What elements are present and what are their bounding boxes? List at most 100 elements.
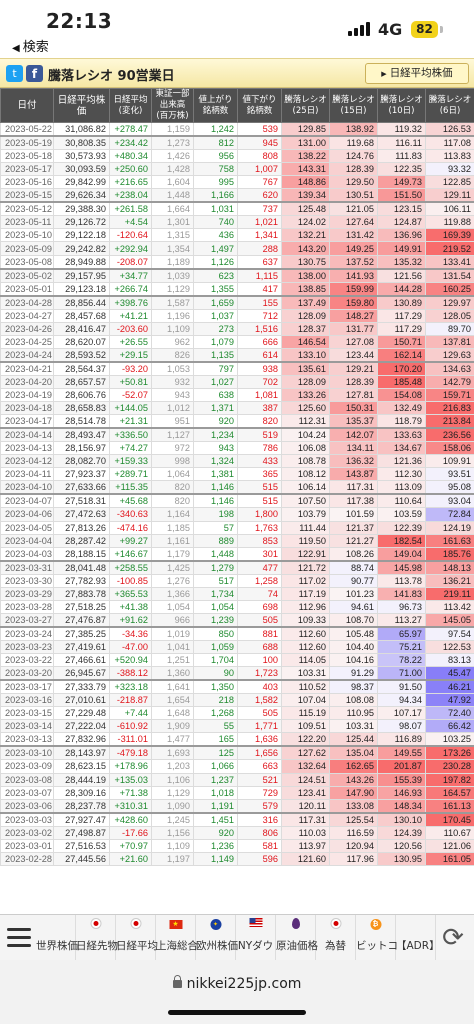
table-row: 2023-03-28 27,518.25 +41.38 1,054 1,054 698 11… — [0, 599, 474, 614]
cell-ratio-10d: 113.09 — [377, 480, 426, 496]
eu-flag-icon: ✦ — [210, 918, 221, 930]
cell-date: 2023-03-23 — [0, 639, 54, 655]
cell-ratio-6d: 161.13 — [425, 798, 474, 814]
cell-decliners: 729 — [237, 785, 282, 800]
cell-ratio-6d: 47.92 — [425, 693, 474, 708]
cell-date: 2023-03-14 — [0, 719, 54, 734]
cell-ratio-15d: 142.07 — [329, 427, 378, 443]
nav-item-2[interactable]: 日経平均 — [116, 915, 158, 961]
cell-ratio-10d: 162.14 — [377, 347, 426, 363]
twitter-icon[interactable]: t — [6, 65, 23, 82]
cell-nikkei-close: 28,606.76 — [53, 387, 110, 403]
nav-item-0[interactable]: 世界株価 — [36, 915, 78, 961]
cell-ratio-10d: 116.11 — [377, 135, 426, 150]
cell-volume: 1,161 — [151, 533, 194, 548]
cell-date: 2023-03-06 — [0, 798, 54, 814]
back-to-search-link[interactable]: ◀ 検索 — [12, 36, 49, 55]
cell-ratio-6d: 131.54 — [425, 268, 474, 283]
cell-ratio-10d: 111.83 — [377, 148, 426, 164]
cell-nikkei-change: +398.76 — [109, 295, 152, 310]
cell-ratio-6d: 136.21 — [425, 573, 474, 588]
cell-date: 2023-03-28 — [0, 599, 54, 614]
cell-ratio-15d: 125.54 — [329, 812, 378, 827]
table-row: 2023-05-01 29,123.18 +266.74 1,129 1,355 417 1… — [0, 281, 474, 297]
cell-nikkei-change: +91.62 — [109, 612, 152, 628]
cell-volume: 1,109 — [151, 321, 194, 336]
advance-decline-table-container[interactable]: 日付 日経平均株価 日経平均 (変化) 東証一部 出来高 (百万株) 値上がり 銘柄数 値下がり銘… — [0, 88, 474, 914]
cell-advancers: 812 — [193, 135, 238, 150]
refresh-icon[interactable]: ⟳ — [438, 923, 468, 953]
cell-date: 2023-04-14 — [0, 427, 54, 443]
oil-drop-icon — [291, 918, 300, 932]
nav-item-8[interactable]: ₿ ビットコ — [356, 915, 398, 961]
cell-ratio-15d: 90.77 — [329, 573, 378, 588]
cell-decliners: 1,763 — [237, 520, 282, 535]
cell-decliners: 417 — [237, 281, 282, 297]
cell-ratio-15d: 125.44 — [329, 732, 378, 748]
cell-decliners: 737 — [237, 201, 282, 217]
nav-item-3[interactable]: ★ 上海総合 — [156, 915, 198, 961]
cell-nikkei-close: 27,385.25 — [53, 626, 110, 641]
home-indicator[interactable] — [168, 1010, 306, 1015]
url-display[interactable]: nikkei225jp.com — [0, 975, 474, 992]
header-ratio-10d: 騰落レシオ (10日) — [377, 88, 426, 123]
cell-nikkei-change: -388.12 — [109, 666, 152, 682]
cell-ratio-10d: 149.73 — [377, 175, 426, 190]
cell-decliners: 579 — [237, 798, 282, 814]
table-row: 2023-04-19 28,606.76 -52.07 943 638 1,081 133.… — [0, 387, 474, 403]
cell-advancers: 850 — [193, 626, 238, 641]
cell-advancers: 1,371 — [193, 401, 238, 416]
nav-item-5[interactable]: NYダウ — [236, 915, 276, 961]
japan-flag-icon — [90, 918, 101, 932]
facebook-icon[interactable]: f — [26, 65, 43, 82]
cell-ratio-15d: 137.52 — [329, 254, 378, 270]
cell-advancers: 623 — [193, 268, 238, 283]
cell-date: 2023-04-20 — [0, 374, 54, 389]
nav-item-4[interactable]: ✦ 欧州株価 — [196, 915, 238, 961]
cell-ratio-15d: 104.40 — [329, 639, 378, 655]
cell-ratio-15d: 148.27 — [329, 308, 378, 323]
cell-ratio-6d: 170.45 — [425, 812, 474, 827]
cell-ratio-6d: 66.42 — [425, 719, 474, 734]
cell-nikkei-change: +135.03 — [109, 772, 152, 787]
cell-nikkei-change: +26.55 — [109, 334, 152, 349]
cell-ratio-6d: 133.41 — [425, 254, 474, 270]
cell-ratio-15d: 108.70 — [329, 612, 378, 628]
cell-ratio-25d: 106.08 — [281, 441, 330, 456]
cell-nikkei-change: +45.68 — [109, 493, 152, 509]
table-row: 2023-03-30 27,782.93 -100.85 1,276 517 1,258 1… — [0, 573, 474, 588]
cell-ratio-15d: 98.37 — [329, 679, 378, 695]
cell-volume: 820 — [151, 480, 194, 496]
cell-nikkei-change: +266.74 — [109, 281, 152, 297]
cell-volume: 1,203 — [151, 759, 194, 774]
nav-item-7[interactable]: 為替 — [316, 915, 356, 961]
table-body: 2023-05-22 31,086.82 +278.47 1,159 1,242 539 1… — [0, 122, 474, 867]
cell-decliners: 1,081 — [237, 387, 282, 403]
cell-date: 2023-05-09 — [0, 241, 54, 256]
cell-ratio-15d: 101.23 — [329, 586, 378, 601]
nav-item-1[interactable]: 日経先物 — [76, 915, 118, 961]
table-row: 2023-03-09 28,623.15 +178.96 1,203 1,066 663 1… — [0, 759, 474, 774]
cell-ratio-6d: 129.63 — [425, 347, 474, 363]
hamburger-menu-icon[interactable] — [4, 923, 34, 953]
cell-volume: 1,251 — [151, 653, 194, 668]
cell-ratio-25d: 103.31 — [281, 666, 330, 682]
cell-advancers: 1,054 — [193, 599, 238, 614]
nav-item-6[interactable]: 原油価格 — [276, 915, 318, 961]
cell-ratio-6d: 119.88 — [425, 215, 474, 230]
browser-url-bar[interactable]: nikkei225jp.com — [0, 960, 474, 1024]
cell-ratio-10d: 133.63 — [377, 427, 426, 443]
cell-ratio-15d: 159.80 — [329, 295, 378, 310]
cell-advancers: 57 — [193, 520, 238, 535]
nikkei-average-link[interactable]: ▶ 日経平均株価 — [365, 63, 469, 84]
cell-advancers: 1,037 — [193, 308, 238, 323]
cell-ratio-10d: 182.54 — [377, 533, 426, 548]
cell-ratio-6d: 97.54 — [425, 626, 474, 641]
cell-ratio-6d: 134.63 — [425, 361, 474, 376]
cell-nikkei-close: 27,923.37 — [53, 467, 110, 482]
table-row: 2023-03-16 27,010.61 -218.87 1,654 218 1,582 1… — [0, 693, 474, 708]
cell-ratio-6d: 161.63 — [425, 533, 474, 548]
cell-ratio-25d: 113.97 — [281, 838, 330, 853]
header-nikkei-change: 日経平均 (変化) — [109, 88, 152, 123]
nav-item-9[interactable]: 【ADR】 — [396, 915, 440, 961]
